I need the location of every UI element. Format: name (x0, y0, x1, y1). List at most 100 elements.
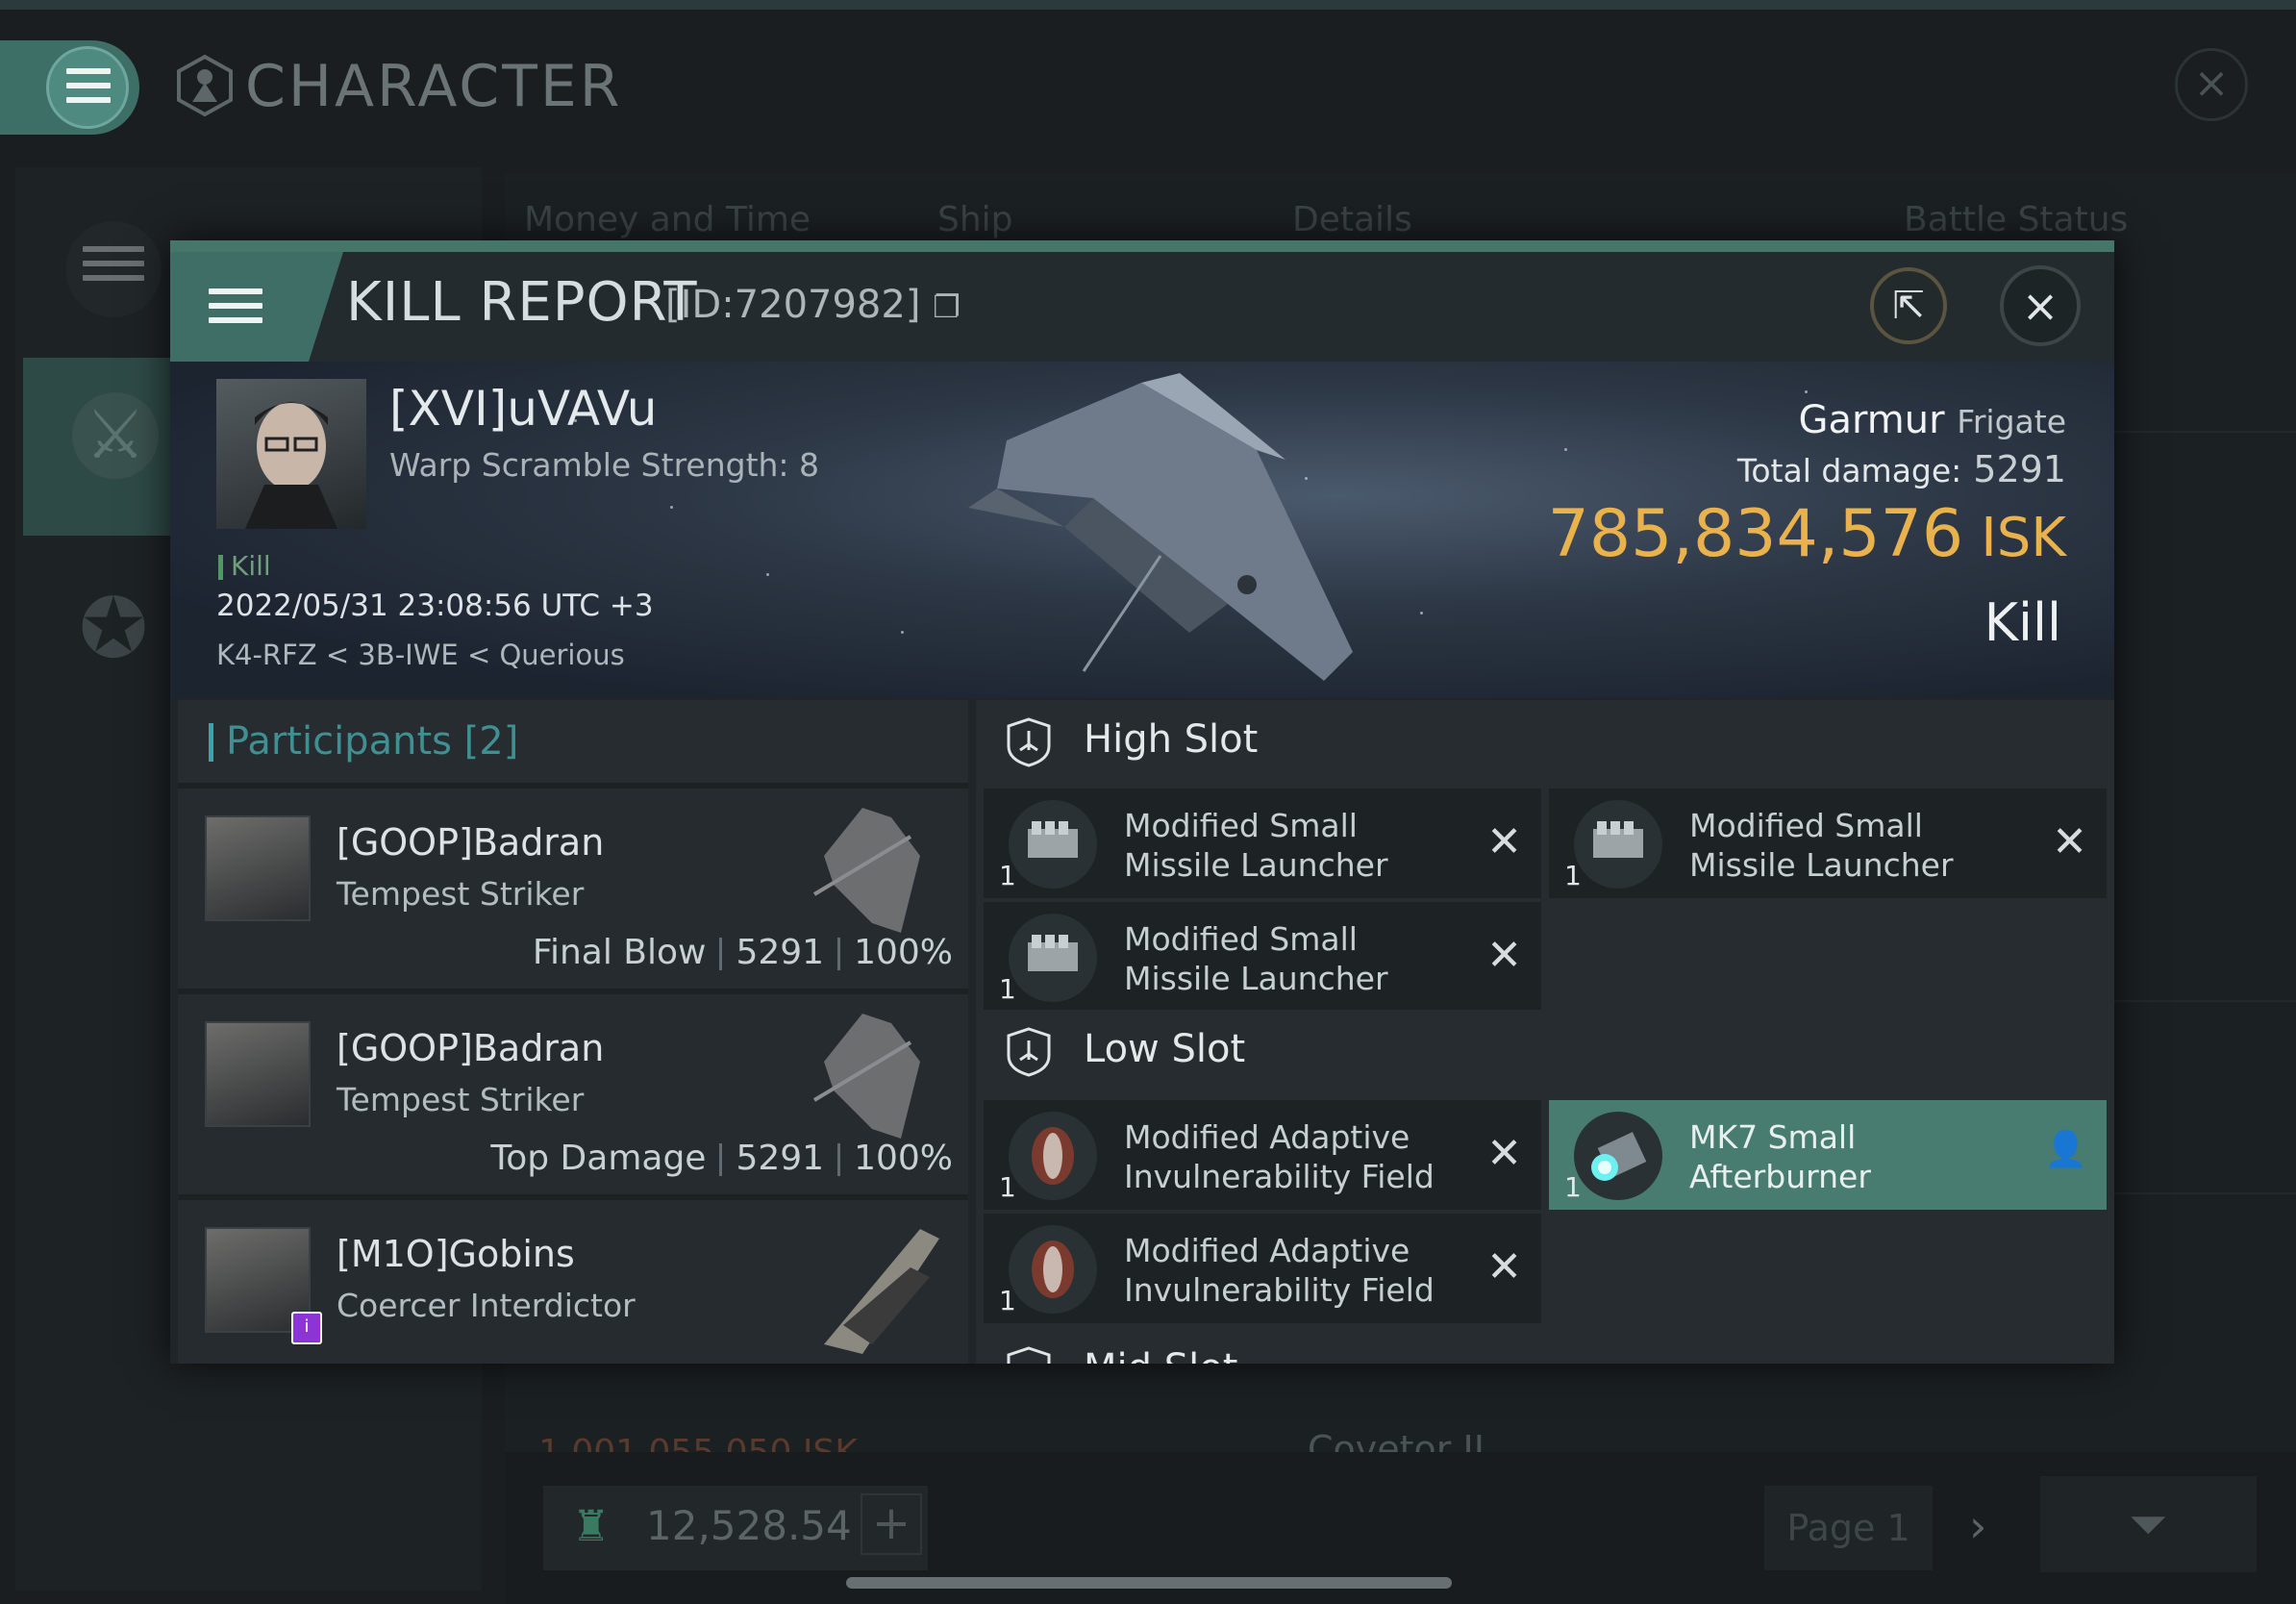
module-name-line2: Missile Launcher (1124, 846, 1388, 884)
module-dropped[interactable]: 1 MK7 Small Afterburner 👤 (1549, 1100, 2107, 1210)
destroyed-icon: ✕ (1486, 931, 1522, 980)
col-money-time: Money and Time (524, 200, 811, 239)
module-name-line1: Modified Adaptive (1124, 1118, 1410, 1156)
kill-tag: Kill (218, 550, 271, 582)
low-slot-icon (1007, 1027, 1051, 1077)
isk-value: 785,834,576 ISK (1548, 496, 2066, 572)
participant-row[interactable]: [GOOP]Badran Tempest Striker Final Blow 5… (178, 789, 968, 989)
fitting-panel: High Slot 1 Modified Small Missile Launch… (976, 700, 2114, 1364)
missile-launcher-icon (1009, 800, 1097, 889)
high-slot-header: High Slot (976, 700, 2114, 783)
module-name-line1: Modified Small (1689, 807, 1923, 844)
main-menu-button[interactable] (0, 40, 139, 135)
rail-menu-icon[interactable] (65, 221, 162, 317)
home-indicator[interactable] (846, 1577, 1452, 1589)
ship-name: Garmur (1798, 398, 1945, 442)
participant-avatar[interactable] (205, 1021, 311, 1127)
invulnerability-field-icon (1009, 1112, 1097, 1200)
participant-ship: Tempest Striker (337, 875, 585, 913)
kill-id[interactable]: [ID:7207982] ❐ (665, 283, 961, 327)
mid-slot-icon (1007, 1346, 1051, 1364)
menu-circle[interactable] (46, 46, 129, 129)
close-icon[interactable]: × (2000, 265, 2081, 346)
share-icon[interactable]: ⇱ (1870, 267, 1947, 344)
afterburner-icon (1574, 1112, 1662, 1200)
stat-separator (719, 938, 723, 970)
ship-type[interactable]: Garmur Frigate (1799, 398, 2066, 442)
warp-scramble-strength: Warp Scramble Strength: 8 (389, 446, 820, 484)
module-name-line1: Modified Small (1124, 807, 1358, 844)
destroyed-icon: ✕ (1486, 817, 1522, 866)
invulnerability-field-icon (1009, 1225, 1097, 1314)
module-name: Modified Small Missile Launcher (1689, 806, 1954, 885)
module-name-line2: Invulnerability Field (1124, 1158, 1435, 1195)
kill-report-window: KILL REPORT [ID:7207982] ❐ ⇱ × [XVI]uVAV… (170, 240, 2114, 1364)
module-name: Modified Adaptive Invulnerability Field (1124, 1117, 1435, 1196)
ship-info-badge: i (291, 1312, 322, 1344)
module-qty: 1 (999, 860, 1016, 891)
filter-icon: ⏷ (2129, 1496, 2168, 1552)
stat-label: Final Blow (532, 933, 707, 972)
participant-avatar[interactable] (205, 815, 311, 921)
module-qty: 1 (999, 1171, 1016, 1203)
character-icon (177, 54, 233, 117)
module-destroyed[interactable]: 1 Modified Adaptive Invulnerability Field… (984, 1214, 1541, 1323)
stat-percent: 100% (854, 933, 953, 972)
participant-row[interactable]: [GOOP]Badran Tempest Striker Top Damage 5… (178, 994, 968, 1194)
stat-label: Top Damage (490, 1139, 707, 1178)
kill-result: Kill (1984, 592, 2061, 653)
garmur-ship-image[interactable] (939, 363, 1516, 700)
add-funds-button[interactable]: + (861, 1493, 922, 1555)
stat-separator (837, 938, 841, 970)
close-window-icon[interactable]: × (2175, 48, 2248, 121)
wallet-icon: ♜ (572, 1502, 611, 1551)
module-destroyed[interactable]: 1 Modified Small Missile Launcher ✕ (1549, 789, 2107, 898)
victim-portrait[interactable] (216, 379, 366, 529)
top-edge (0, 0, 2296, 10)
tempest-ship-image (812, 1014, 920, 1139)
mid-slot-label: Mid Slot (1084, 1346, 1237, 1364)
kill-id-text: [ID:7207982] (665, 283, 921, 327)
destroyed-icon: ✕ (2052, 817, 2087, 866)
crossed-swords-icon[interactable]: ⚔ (72, 392, 159, 479)
ship-class: Frigate (1957, 403, 2066, 440)
participant-ship: Coercer Interdictor (337, 1287, 636, 1324)
tempest-ship-image (812, 808, 920, 933)
kill-tag-label: Kill (231, 550, 271, 582)
module-name-line1: Modified Small (1124, 920, 1358, 958)
coercer-ship-image (824, 1229, 939, 1354)
hamburger-icon (66, 68, 111, 112)
module-qty: 1 (999, 1285, 1016, 1316)
copy-icon[interactable]: ❐ (933, 288, 961, 325)
page-indicator[interactable]: Page 1 (1764, 1486, 1933, 1570)
wallet-balance: 12,528.54 (646, 1502, 852, 1549)
dropped-person-icon: 👤 (2044, 1130, 2087, 1169)
total-damage-label: Total damage: (1736, 452, 1962, 489)
module-destroyed[interactable]: 1 Modified Small Missile Launcher ✕ (984, 902, 1541, 1012)
module-name: Modified Small Missile Launcher (1124, 919, 1388, 998)
module-name-line2: Missile Launcher (1689, 846, 1954, 884)
destroyed-icon: ✕ (1486, 1242, 1522, 1291)
list-icon (83, 246, 144, 289)
participant-ship: Tempest Striker (337, 1081, 585, 1118)
col-details: Details (1292, 200, 1412, 239)
module-destroyed[interactable]: 1 Modified Adaptive Invulnerability Field… (984, 1100, 1541, 1210)
participants-header[interactable]: Participants [2] (178, 700, 968, 783)
total-damage-value: 5291 (1973, 448, 2066, 490)
participant-row[interactable]: i [M1O]Gobins Coercer Interdictor (178, 1200, 968, 1364)
module-destroyed[interactable]: 1 Modified Small Missile Launcher ✕ (984, 789, 1541, 898)
module-name: Modified Adaptive Invulnerability Field (1124, 1231, 1435, 1310)
participant-name: [GOOP]Badran (337, 821, 605, 864)
next-page-icon[interactable]: › (1969, 1500, 1986, 1552)
filter-button[interactable]: ⏷ (2040, 1476, 2257, 1572)
victim-name[interactable]: [XVI]uVAVu (389, 381, 657, 437)
victim-avatar-image (245, 402, 337, 529)
star-icon[interactable]: ✪ (60, 575, 167, 683)
kill-datetime: 2022/05/31 23:08:56 UTC +3 (216, 589, 654, 623)
low-slot-header: Low Slot (976, 1010, 2114, 1092)
kill-location[interactable]: K4-RFZ < 3B-IWE < Querious (216, 639, 625, 671)
missile-launcher-icon (1009, 914, 1097, 1002)
destroyed-icon: ✕ (1486, 1129, 1522, 1178)
stat-percent: 100% (854, 1139, 953, 1178)
module-name-line1: Modified Adaptive (1124, 1232, 1410, 1269)
